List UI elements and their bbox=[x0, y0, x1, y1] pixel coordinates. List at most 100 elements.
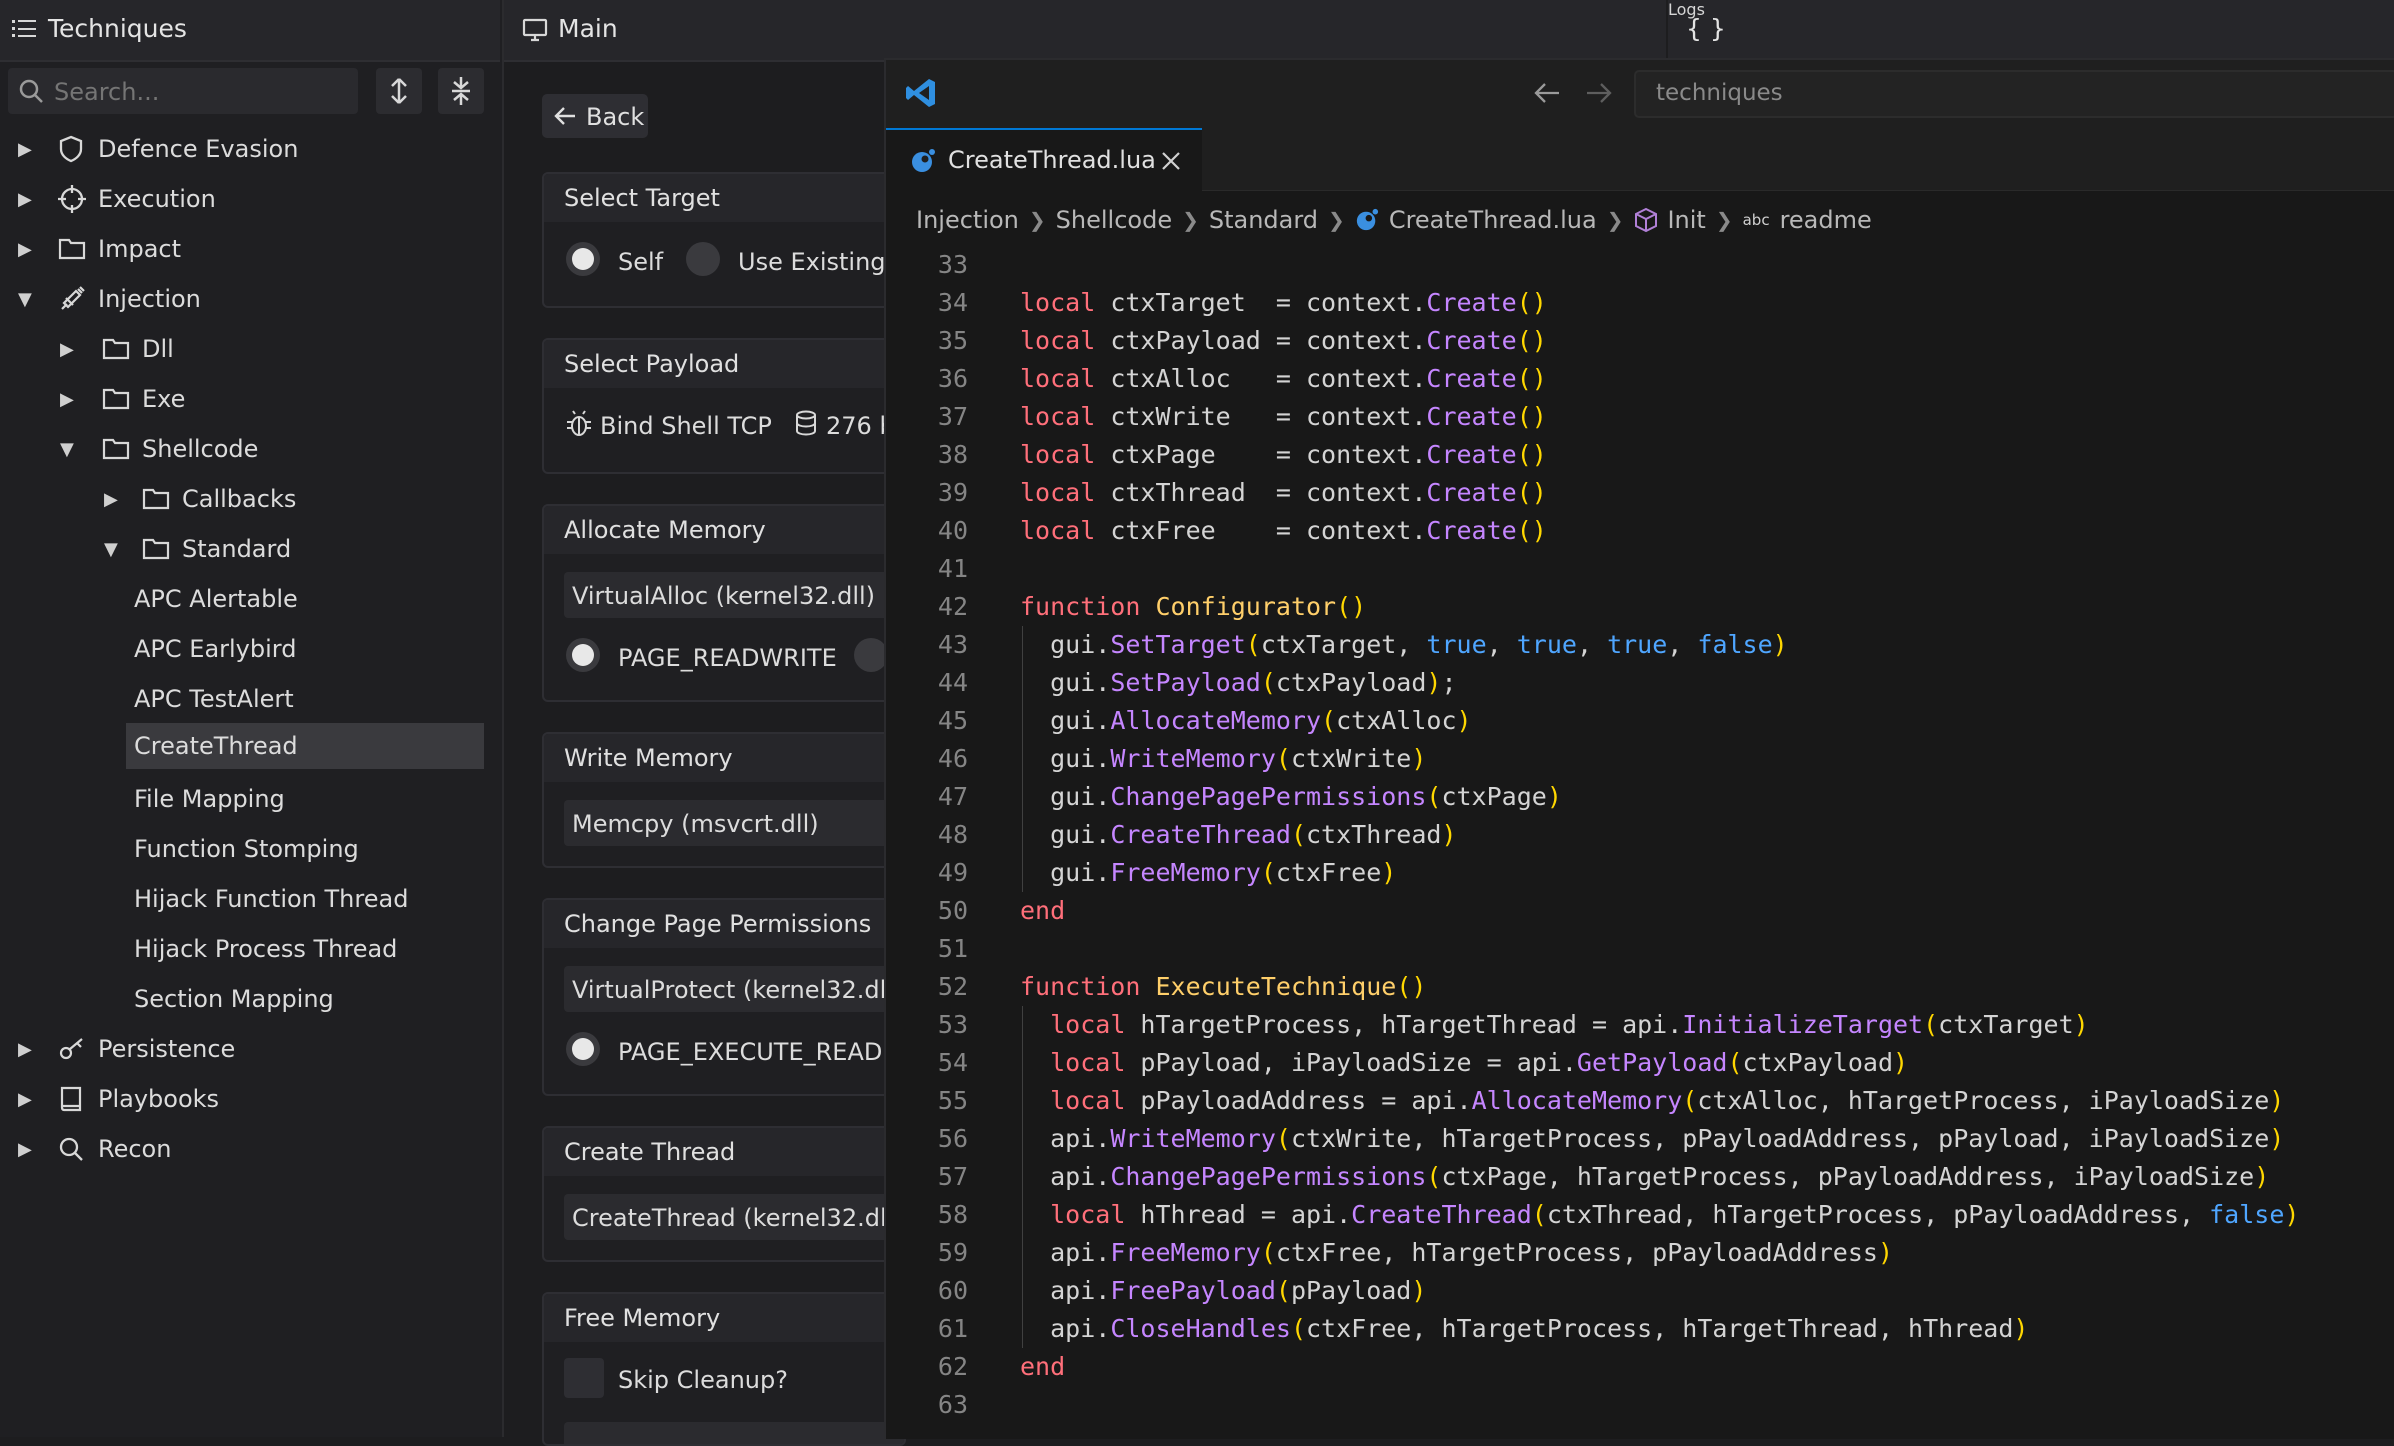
code-text: gui.CreateThread(ctxThread) bbox=[1020, 820, 1457, 849]
breadcrumb-item[interactable]: CreateThread.lua bbox=[1389, 206, 1597, 234]
tree-item-execution[interactable]: ▶ Execution bbox=[18, 176, 216, 222]
tree-item-section-mapping[interactable]: Section Mapping bbox=[134, 976, 334, 1022]
allocate-api-dropdown[interactable]: VirtualAlloc (kernel32.dll) bbox=[564, 572, 904, 618]
search-box[interactable] bbox=[8, 68, 358, 114]
breadcrumb-item[interactable]: Init bbox=[1667, 206, 1705, 234]
code-line[interactable]: 35 local ctxPayload = context.Create() bbox=[886, 322, 2394, 360]
code-line[interactable]: 58 local hThread = api.CreateThread(ctxT… bbox=[886, 1196, 2394, 1234]
skip-cleanup-checkbox[interactable] bbox=[564, 1358, 604, 1398]
back-arrow-icon[interactable] bbox=[1534, 82, 1560, 104]
code-line[interactable]: 48 gui.CreateThread(ctxThread) bbox=[886, 816, 2394, 854]
code-line[interactable]: 52 function ExecuteTechnique() bbox=[886, 968, 2394, 1006]
tree-item-hijack-process-thread[interactable]: Hijack Process Thread bbox=[134, 926, 397, 972]
write-api-dropdown[interactable]: Memcpy (msvcrt.dll) bbox=[564, 800, 904, 846]
code-line[interactable]: 50 end bbox=[886, 892, 2394, 930]
tree-item-exe[interactable]: ▶ Exe bbox=[60, 376, 185, 422]
breadcrumb-item[interactable]: readme bbox=[1780, 206, 1872, 234]
line-number: 50 bbox=[937, 896, 968, 925]
tree-item-file-mapping[interactable]: File Mapping bbox=[134, 776, 285, 822]
code-line[interactable]: 36 local ctxAlloc = context.Create() bbox=[886, 360, 2394, 398]
code-line[interactable]: 54 local pPayload, iPayloadSize = api.Ge… bbox=[886, 1044, 2394, 1082]
code-line[interactable]: 56 api.WriteMemory(ctxWrite, hTargetProc… bbox=[886, 1120, 2394, 1158]
tree-item-apc-earlybird[interactable]: APC Earlybird bbox=[134, 626, 296, 672]
self-radio[interactable] bbox=[566, 242, 600, 276]
free-api-dropdown[interactable] bbox=[564, 1422, 904, 1444]
code-line[interactable]: 40 local ctxFree = context.Create() bbox=[886, 512, 2394, 550]
line-number: 37 bbox=[937, 402, 968, 431]
search-input[interactable] bbox=[52, 74, 346, 110]
code-text: api.CloseHandles(ctxFree, hTargetProcess… bbox=[1020, 1314, 2029, 1343]
tree-item-apc-alertable[interactable]: APC Alertable bbox=[134, 576, 298, 622]
breadcrumb-item[interactable]: Injection bbox=[916, 206, 1019, 234]
forward-arrow-icon[interactable] bbox=[1586, 82, 1612, 104]
tree-item-impact[interactable]: ▶ Impact bbox=[18, 226, 181, 272]
code-line[interactable]: 63 bbox=[886, 1386, 2394, 1424]
code-line[interactable]: 44 gui.SetPayload(ctxPayload); bbox=[886, 664, 2394, 702]
page-execute-read-radio[interactable] bbox=[566, 1032, 600, 1066]
tree-item-createthread[interactable]: CreateThread bbox=[126, 723, 484, 769]
code-text: local hThread = api.CreateThread(ctxThre… bbox=[1050, 1200, 2300, 1229]
logs-tab[interactable]: { } Logs bbox=[1668, 0, 2394, 60]
chevron-right-icon: ❯ bbox=[1328, 208, 1345, 232]
breadcrumb-item[interactable]: Standard bbox=[1209, 206, 1318, 234]
tree-item-shellcode[interactable]: ▼ Shellcode bbox=[60, 426, 258, 472]
code-line[interactable]: 53 local hTargetProcess, hTargetThread =… bbox=[886, 1006, 2394, 1044]
code-line[interactable]: 38 local ctxPage = context.Create() bbox=[886, 436, 2394, 474]
code-line[interactable]: 49 gui.FreeMemory(ctxFree) bbox=[886, 854, 2394, 892]
code-line[interactable]: 60 api.FreePayload(pPayload) bbox=[886, 1272, 2394, 1310]
tree-item-dll[interactable]: ▶ Dll bbox=[60, 326, 174, 372]
tree-item-callbacks[interactable]: ▶ Callbacks bbox=[104, 476, 296, 522]
skip-cleanup-label: Skip Cleanup? bbox=[618, 1366, 788, 1394]
use-existing-radio[interactable] bbox=[686, 242, 720, 276]
code-text: local pPayload, iPayloadSize = api.GetPa… bbox=[1050, 1048, 1909, 1077]
line-number: 36 bbox=[937, 364, 968, 393]
close-icon[interactable] bbox=[1160, 150, 1182, 172]
code-line[interactable]: 34 local ctxTarget = context.Create() bbox=[886, 284, 2394, 322]
page-readwrite-radio[interactable] bbox=[566, 638, 600, 672]
code-line[interactable]: 43 gui.SetTarget(ctxTarget, true, true, … bbox=[886, 626, 2394, 664]
card-header: Create Thread bbox=[544, 1128, 904, 1176]
back-button[interactable]: Back bbox=[542, 94, 648, 138]
alt-permission-radio[interactable] bbox=[854, 638, 888, 672]
code-line[interactable]: 39 local ctxThread = context.Create() bbox=[886, 474, 2394, 512]
vscode-icon bbox=[904, 76, 938, 110]
code-line[interactable]: 55 local pPayloadAddress = api.AllocateM… bbox=[886, 1082, 2394, 1120]
tree-item-defence-evasion[interactable]: ▶ Defence Evasion bbox=[18, 126, 298, 172]
tree-item-hijack-function-thread[interactable]: Hijack Function Thread bbox=[134, 876, 408, 922]
tree-item-injection[interactable]: ▼ Injection bbox=[18, 276, 201, 322]
command-center-search[interactable]: techniques bbox=[1634, 70, 2394, 118]
file-tab[interactable]: CreateThread.lua bbox=[886, 128, 1202, 192]
breadcrumb-item[interactable]: Shellcode bbox=[1056, 206, 1172, 234]
tree-item-apc-testalert[interactable]: APC TestAlert bbox=[134, 676, 294, 722]
code-line[interactable]: 45 gui.AllocateMemory(ctxAlloc) bbox=[886, 702, 2394, 740]
code-line[interactable]: 62 end bbox=[886, 1348, 2394, 1386]
use-existing-label: Use Existing Process bbox=[738, 248, 904, 276]
code-line[interactable]: 33 bbox=[886, 246, 2394, 284]
code-line[interactable]: 47 gui.ChangePagePermissions(ctxPage) bbox=[886, 778, 2394, 816]
page-execute-read-label: PAGE_EXECUTE_READ bbox=[618, 1038, 883, 1066]
tree-item-persistence[interactable]: ▶ Persistence bbox=[18, 1026, 235, 1072]
tree-item-playbooks[interactable]: ▶ Playbooks bbox=[18, 1076, 219, 1122]
code-line[interactable]: 61 api.CloseHandles(ctxFree, hTargetProc… bbox=[886, 1310, 2394, 1348]
tree-item-recon[interactable]: ▶ Recon bbox=[18, 1126, 171, 1172]
protect-api-dropdown[interactable]: VirtualProtect (kernel32.dll) bbox=[564, 966, 904, 1012]
techniques-tab[interactable]: Techniques bbox=[0, 0, 500, 62]
line-number: 39 bbox=[937, 478, 968, 507]
main-title: Main bbox=[558, 14, 618, 43]
thread-api-dropdown[interactable]: CreateThread (kernel32.dll) bbox=[564, 1194, 904, 1240]
payload-name[interactable]: Bind Shell TCP bbox=[600, 412, 772, 440]
collapse-all-button[interactable] bbox=[438, 68, 484, 114]
code-line[interactable]: 57 api.ChangePagePermissions(ctxPage, hT… bbox=[886, 1158, 2394, 1196]
code-line[interactable]: 51 bbox=[886, 930, 2394, 968]
code-line[interactable]: 46 gui.WriteMemory(ctxWrite) bbox=[886, 740, 2394, 778]
code-line[interactable]: 37 local ctxWrite = context.Create() bbox=[886, 398, 2394, 436]
expand-all-button[interactable] bbox=[376, 68, 422, 114]
tree-item-function-stomping[interactable]: Function Stomping bbox=[134, 826, 359, 872]
tree-item-label: APC Earlybird bbox=[134, 635, 297, 663]
code-line[interactable]: 42 function Configurator() bbox=[886, 588, 2394, 626]
collapse-arrow-icon: ▼ bbox=[18, 288, 32, 310]
main-tab[interactable]: Main bbox=[504, 0, 1666, 62]
code-line[interactable]: 41 bbox=[886, 550, 2394, 588]
tree-item-standard[interactable]: ▼ Standard bbox=[104, 526, 291, 572]
code-line[interactable]: 59 api.FreeMemory(ctxFree, hTargetProces… bbox=[886, 1234, 2394, 1272]
